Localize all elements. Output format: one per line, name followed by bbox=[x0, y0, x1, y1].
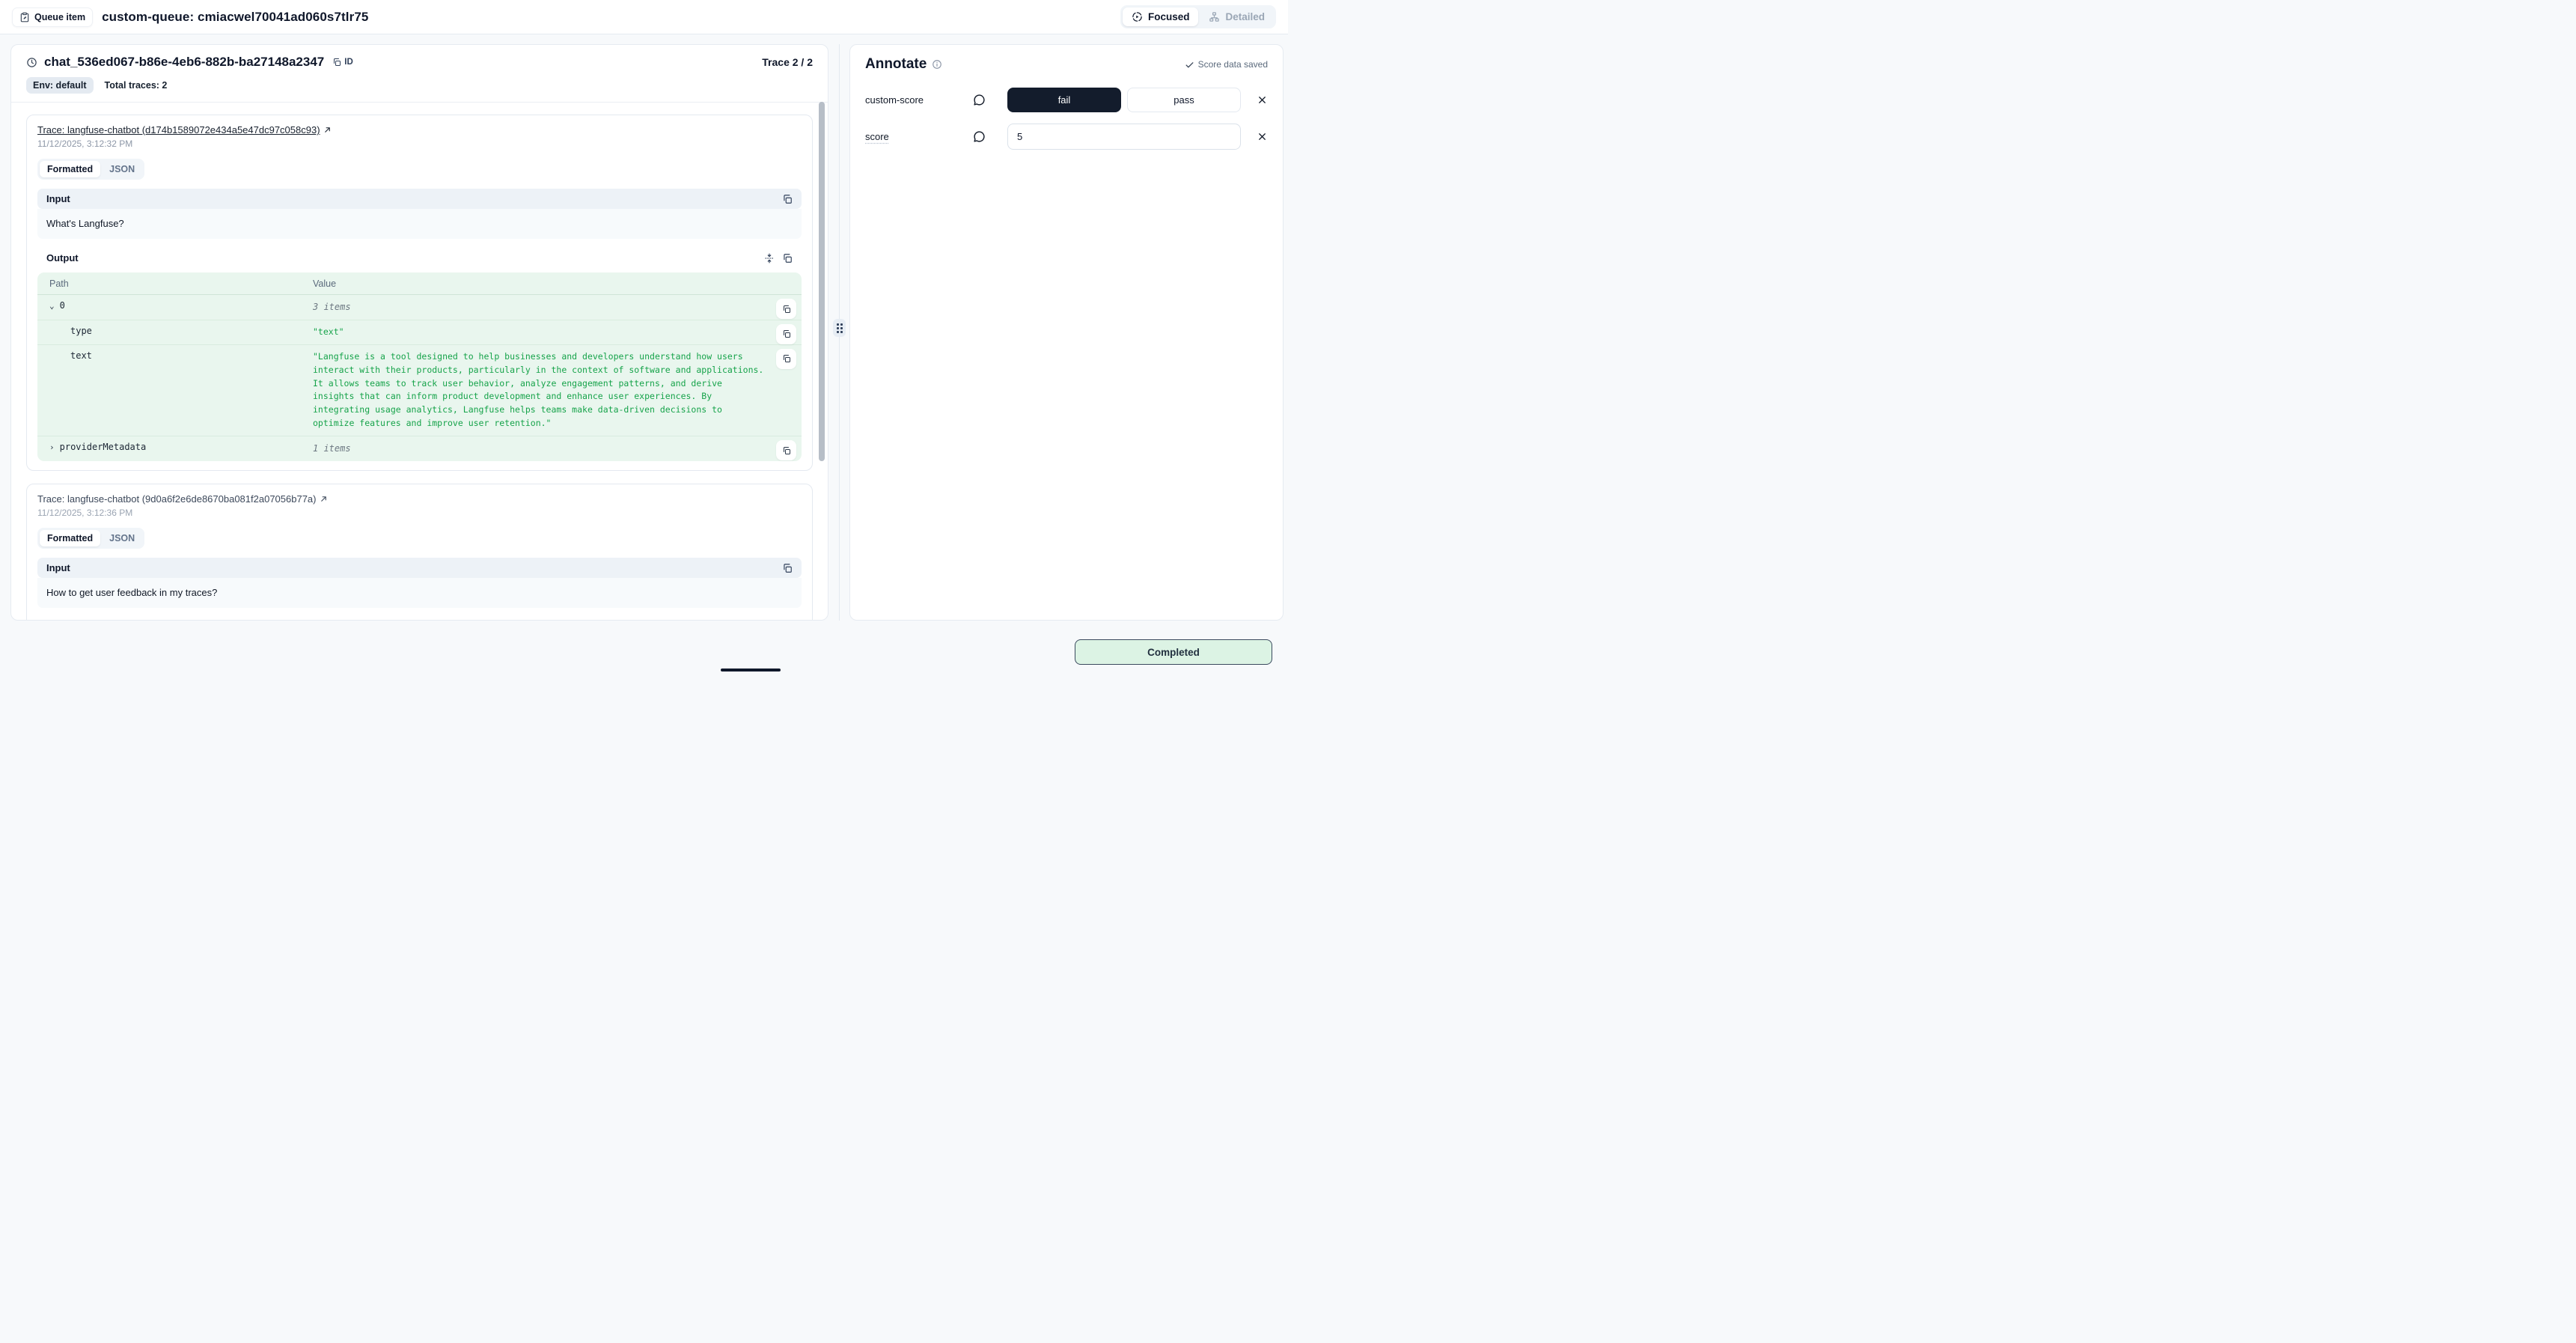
path-column-header: Path bbox=[37, 272, 301, 294]
output-section-header-2: Output bbox=[37, 617, 802, 621]
json-table-header-1: Path Value bbox=[37, 272, 802, 295]
focused-view-button[interactable]: Focused bbox=[1123, 7, 1199, 26]
trace-card-1: Trace: langfuse-chatbot (d174b1589072e43… bbox=[26, 115, 813, 471]
focus-gauge-icon bbox=[1132, 11, 1143, 22]
vertical-scrollbar[interactable] bbox=[819, 102, 825, 461]
copy-row-button[interactable] bbox=[776, 324, 796, 344]
comment-bubble-icon[interactable] bbox=[973, 130, 986, 143]
annotate-title: Annotate bbox=[865, 56, 927, 73]
total-traces-label: Total traces: 2 bbox=[105, 80, 168, 91]
id-chip-label: ID bbox=[344, 58, 353, 67]
trace-counter: Trace 2 / 2 bbox=[762, 56, 813, 68]
score-option-pass[interactable]: pass bbox=[1127, 88, 1241, 112]
workspace: chat_536ed067-b86e-4eb6-882b-ba27148a234… bbox=[0, 34, 1288, 672]
detailed-view-button[interactable]: Detailed bbox=[1200, 7, 1274, 26]
trace-link-1[interactable]: Trace: langfuse-chatbot (d174b1589072e43… bbox=[37, 124, 320, 135]
table-row: type "text" bbox=[37, 320, 802, 345]
chevron-down-icon[interactable]: ⌄ bbox=[49, 301, 55, 311]
comment-bubble-icon[interactable] bbox=[973, 94, 986, 106]
top-bar: Queue item custom-queue: cmiacwel70041ad… bbox=[0, 0, 1288, 34]
chevron-right-icon[interactable]: › bbox=[49, 442, 55, 452]
score-row-custom-score: custom-score fail pass bbox=[865, 88, 1268, 112]
row-path: text bbox=[70, 350, 92, 361]
bottom-black-bar bbox=[721, 669, 781, 672]
trace-timestamp-1: 11/12/2025, 3:12:32 PM bbox=[37, 138, 802, 149]
table-row: › providerMetadata 1 items bbox=[37, 436, 802, 461]
tab-formatted-1[interactable]: Formatted bbox=[40, 161, 100, 177]
session-title: chat_536ed067-b86e-4eb6-882b-ba27148a234… bbox=[44, 55, 324, 70]
value-column-header: Value bbox=[301, 272, 802, 294]
input-section-header-1: Input bbox=[37, 189, 802, 209]
trace-link-2[interactable]: Trace: langfuse-chatbot (9d0a6f2e6de8670… bbox=[37, 493, 317, 505]
input-text-1: What's Langfuse? bbox=[37, 209, 802, 239]
annotate-panel: Annotate Score data saved custom bbox=[849, 44, 1284, 621]
detailed-view-label: Detailed bbox=[1225, 11, 1265, 22]
row-value: "text" bbox=[301, 320, 802, 344]
row-value: 1 items bbox=[301, 436, 802, 461]
remove-score-icon[interactable] bbox=[1257, 131, 1268, 142]
completed-button[interactable]: Completed bbox=[1075, 639, 1272, 665]
score-option-fail[interactable]: fail bbox=[1007, 88, 1121, 112]
input-text-2: How to get user feedback in my traces? bbox=[37, 578, 802, 608]
tab-json-1[interactable]: JSON bbox=[102, 161, 142, 177]
queue-item-badge-label: Queue item bbox=[34, 12, 85, 22]
format-tabs-1: Formatted JSON bbox=[37, 159, 144, 180]
env-badge: Env: default bbox=[26, 77, 94, 94]
format-tabs-2: Formatted JSON bbox=[37, 528, 144, 549]
save-status: Score data saved bbox=[1185, 59, 1268, 70]
output-section-header-1: Output bbox=[37, 248, 802, 268]
trace-card-2: Trace: langfuse-chatbot (9d0a6f2e6de8670… bbox=[26, 484, 813, 621]
output-label-1: Output bbox=[46, 252, 79, 264]
expand-output-button-1[interactable] bbox=[764, 253, 775, 264]
page-title: custom-queue: cmiacwel70041ad060s7tlr75 bbox=[102, 10, 368, 25]
panel-resize-handle[interactable] bbox=[833, 319, 846, 337]
info-icon[interactable] bbox=[932, 59, 942, 70]
score-name-label: score bbox=[865, 131, 968, 142]
view-mode-toggle: Focused Detailed bbox=[1120, 5, 1276, 28]
copy-output-button-1[interactable] bbox=[782, 253, 793, 264]
external-link-icon bbox=[323, 126, 332, 134]
score-value-input[interactable] bbox=[1007, 124, 1241, 150]
score-name-label: custom-score bbox=[865, 94, 968, 106]
row-value: "Langfuse is a tool designed to help bus… bbox=[301, 345, 802, 436]
remove-score-icon[interactable] bbox=[1257, 94, 1268, 106]
clipboard-pen-icon bbox=[19, 12, 30, 22]
queue-item-badge: Queue item bbox=[12, 7, 93, 27]
table-row: text "Langfuse is a tool designed to hel… bbox=[37, 345, 802, 437]
save-status-label: Score data saved bbox=[1198, 59, 1268, 70]
trace-card-list: Trace: langfuse-chatbot (d174b1589072e43… bbox=[11, 103, 828, 621]
focused-view-label: Focused bbox=[1148, 11, 1190, 22]
trace-timestamp-2: 11/12/2025, 3:12:36 PM bbox=[37, 508, 802, 518]
tab-json-2[interactable]: JSON bbox=[102, 530, 142, 546]
table-row: ⌄ 0 3 items bbox=[37, 295, 802, 320]
copy-icon bbox=[332, 58, 341, 67]
copy-id-button[interactable]: ID bbox=[332, 58, 353, 67]
input-label-2: Input bbox=[46, 562, 70, 573]
external-link-icon bbox=[320, 495, 328, 503]
row-value: 3 items bbox=[301, 295, 802, 320]
copy-row-button[interactable] bbox=[776, 440, 796, 460]
row-path: providerMetadata bbox=[60, 442, 147, 452]
row-path: 0 bbox=[60, 300, 65, 311]
input-section-header-2: Input bbox=[37, 558, 802, 578]
input-label-1: Input bbox=[46, 193, 70, 204]
output-json-table-1: Path Value ⌄ 0 3 items bbox=[37, 272, 802, 461]
score-row-score: score bbox=[865, 124, 1268, 150]
trace-panel-header: chat_536ed067-b86e-4eb6-882b-ba27148a234… bbox=[11, 45, 828, 102]
copy-row-button[interactable] bbox=[776, 349, 796, 369]
clock-icon bbox=[26, 57, 37, 68]
check-icon bbox=[1185, 60, 1194, 70]
trace-panel: chat_536ed067-b86e-4eb6-882b-ba27148a234… bbox=[10, 44, 828, 621]
copy-input-button-1[interactable] bbox=[782, 194, 793, 204]
copy-input-button-2[interactable] bbox=[782, 563, 793, 573]
tab-formatted-2[interactable]: Formatted bbox=[40, 530, 100, 546]
network-tree-icon bbox=[1209, 11, 1220, 22]
row-path: type bbox=[70, 326, 92, 336]
copy-row-button[interactable] bbox=[776, 299, 796, 319]
